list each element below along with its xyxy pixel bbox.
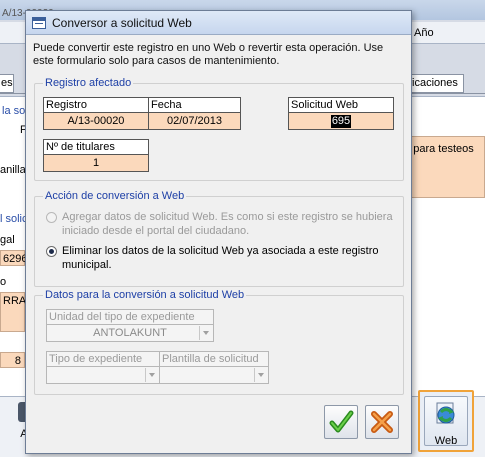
dialog-titlebar[interactable]: Conversor a solicitud Web [26,11,411,35]
background-eight-field: 8 [0,352,25,368]
dialog-body: Puede convertir este registro en uno Web… [26,35,411,68]
accept-button[interactable] [324,405,358,439]
web-sync-icon [436,402,455,424]
datos-conversion-legend: Datos para la conversión a solicitud Web [43,289,247,301]
chevron-down-icon [145,368,158,382]
solicitud-web-value[interactable]: 695 [288,112,394,130]
option-agregar: Agregar datos de solicitud Web. Es como … [46,210,396,238]
titulares-field: Nº de titulares 1 [43,139,149,172]
background-num-field: 6296 [0,250,27,266]
form-icon [32,16,46,29]
background-gal-label: gal [0,234,15,246]
background-ano-label: Año [414,27,434,39]
background-solic-label: l solic [0,213,28,225]
accion-conversion-group: Acción de conversión a Web Agregar datos… [34,190,404,287]
option-eliminar[interactable]: Eliminar los datos de la solicitud Web y… [46,244,396,272]
titulares-value[interactable]: 1 [43,154,149,172]
tipo-expediente-select [46,366,160,384]
background-section-label: la so [2,105,26,117]
agregar-radio [46,212,57,223]
tipo-expediente-field: Tipo de expediente [46,351,160,384]
chevron-down-icon [254,368,267,382]
registro-field: Registro A/13-00020 [43,97,149,130]
unidad-label: Unidad del tipo de expediente [46,309,214,324]
registro-label: Registro [43,97,149,112]
dialog-intro-text: Puede convertir este registro en uno Web… [33,42,384,67]
agregar-radio-label: Agregar datos de solicitud Web. Es como … [62,211,393,237]
orange-x-icon [371,411,393,433]
plantilla-field: Plantilla de solicitud [159,351,269,384]
background-tab-left[interactable]: es [0,74,14,93]
conversor-dialog: Conversor a solicitud Web Puede converti… [25,10,412,454]
background-anilla-label: anilla [0,164,26,176]
unidad-field: Unidad del tipo de expediente ANTOLAKUNT [46,309,214,342]
background-rran-field: RRAÑ [0,292,34,332]
fecha-label: Fecha [148,97,241,112]
background-tab-modificaciones[interactable]: ficaciones [404,74,464,93]
plantilla-select [159,366,269,384]
fecha-value[interactable]: 02/07/2013 [148,112,241,130]
background-o-label: o [0,276,7,288]
solicitud-web-label: Solicitud Web [288,97,394,112]
eliminar-radio[interactable] [46,246,57,257]
titulares-label: Nº de titulares [43,139,149,154]
registro-value[interactable]: A/13-00020 [43,112,149,130]
unidad-select: ANTOLAKUNT [46,324,214,342]
solicitud-web-selected-text: 695 [330,115,352,128]
green-checkmark-icon [329,410,354,433]
web-button-label: Web [434,435,458,447]
web-button-face[interactable]: Web [424,396,468,447]
fecha-field: Fecha 02/07/2013 [148,97,241,130]
eliminar-radio-label[interactable]: Eliminar los datos de la solicitud Web y… [62,244,396,272]
datos-conversion-group: Datos para la conversión a solicitud Web… [34,289,404,395]
solicitud-web-field: Solicitud Web 695 [288,97,394,130]
cancel-button[interactable] [365,405,399,439]
unidad-value: ANTOLAKUNT [93,327,167,339]
dialog-title: Conversor a solicitud Web [52,15,192,30]
registro-afectado-legend: Registro afectado [43,77,134,89]
registro-afectado-group: Registro afectado Registro A/13-00020 Fe… [34,77,404,181]
accion-conversion-legend: Acción de conversión a Web [43,190,187,202]
chevron-down-icon [199,326,212,340]
web-button[interactable]: Web [418,390,474,452]
plantilla-label: Plantilla de solicitud [159,351,269,366]
tipo-expediente-label: Tipo de expediente [46,351,160,366]
